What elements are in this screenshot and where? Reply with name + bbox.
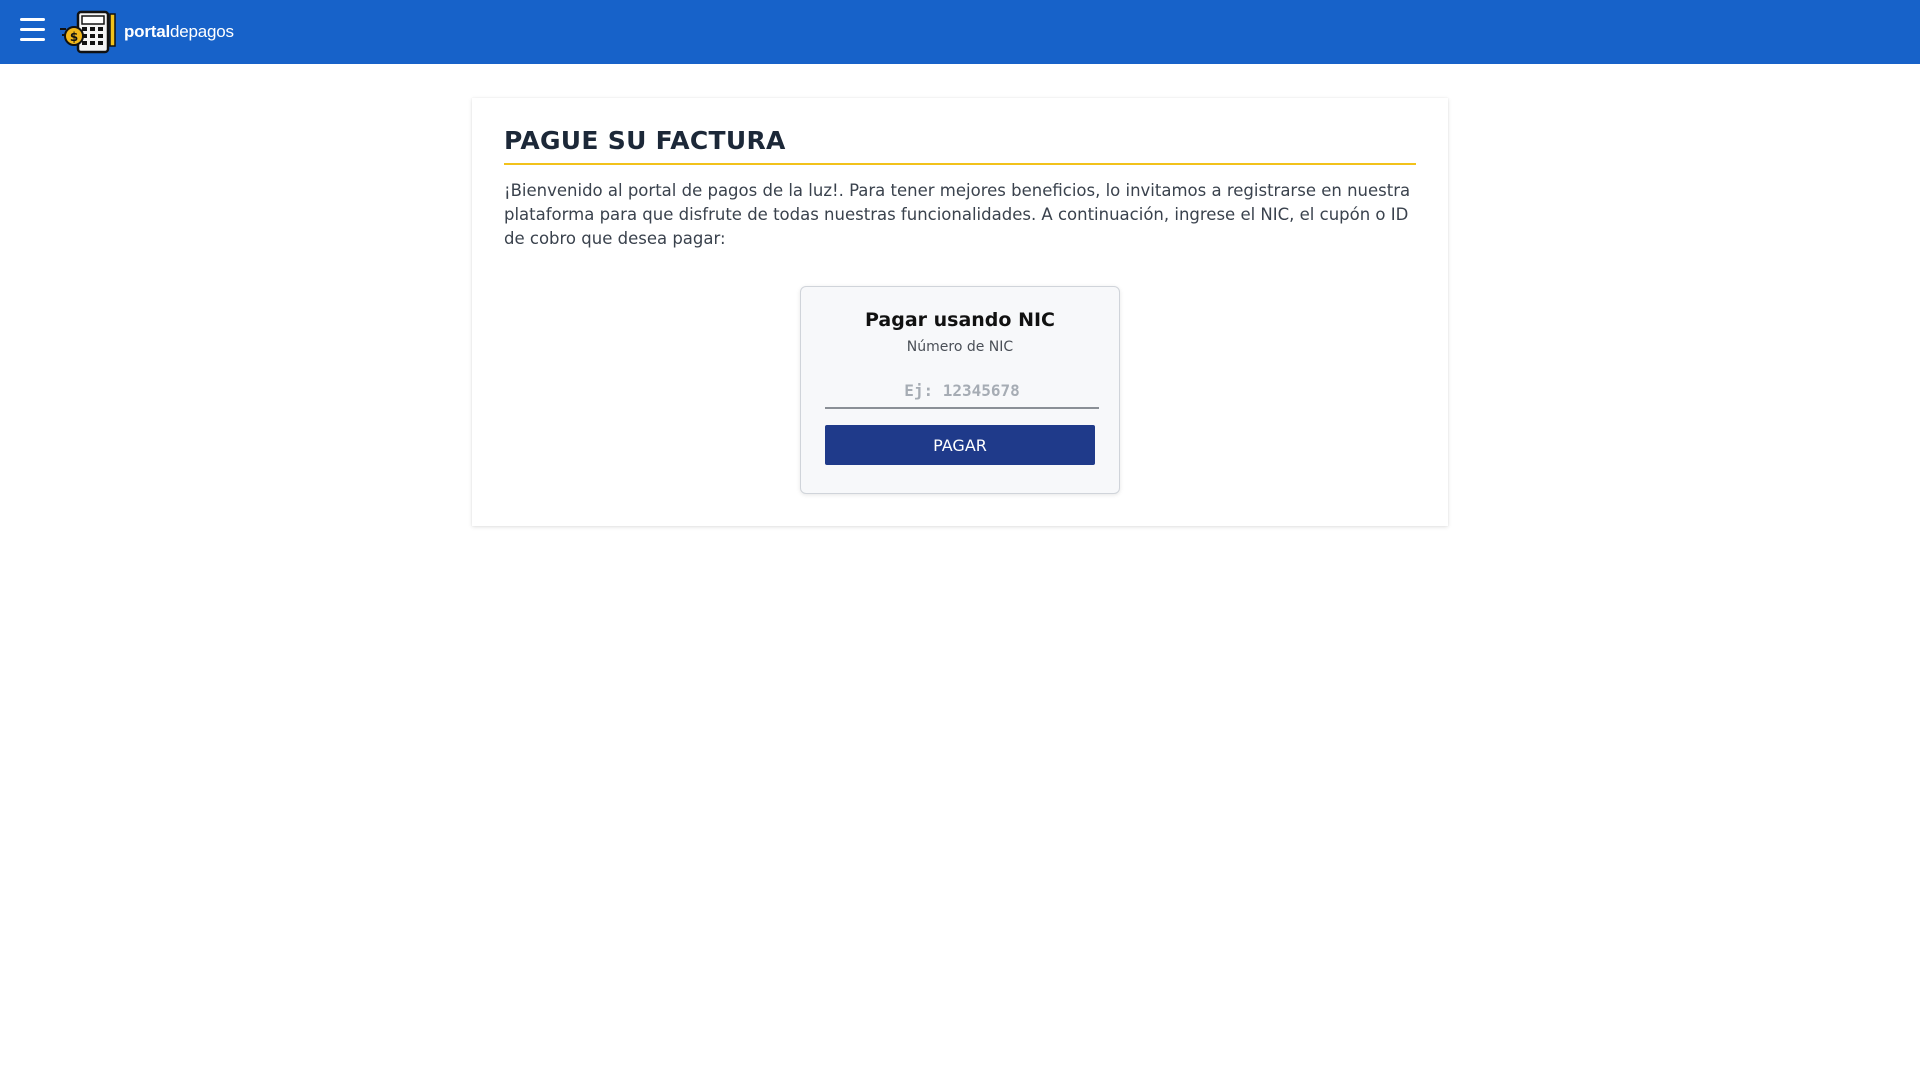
top-navbar: $ portaldepagos: [0, 0, 1920, 64]
portal-logo[interactable]: $ portaldepagos: [60, 10, 234, 54]
nic-field-label: Número de NIC: [906, 339, 1014, 355]
nic-input[interactable]: [825, 373, 1099, 409]
hamburger-menu-icon[interactable]: [20, 18, 45, 44]
pay-button[interactable]: PAGAR: [825, 425, 1095, 465]
logo-text: portaldepagos: [124, 22, 234, 42]
intro-text: ¡Bienvenido al portal de pagos de la luz…: [504, 181, 1411, 248]
logo-text-bold: portal: [124, 22, 171, 41]
nic-payment-box: Pagar usando NIC Número de NIC PAGAR: [800, 286, 1120, 494]
nic-payment-title: Pagar usando NIC: [864, 309, 1055, 331]
page-title: PAGUE SU FACTURA: [504, 126, 1416, 165]
logo-text-light: depagos: [170, 22, 234, 41]
svg-text:$: $: [70, 30, 78, 44]
calculator-coin-icon: $: [60, 10, 116, 54]
invoice-card: PAGUE SU FACTURA ¡Bienvenido al portal d…: [472, 98, 1448, 526]
